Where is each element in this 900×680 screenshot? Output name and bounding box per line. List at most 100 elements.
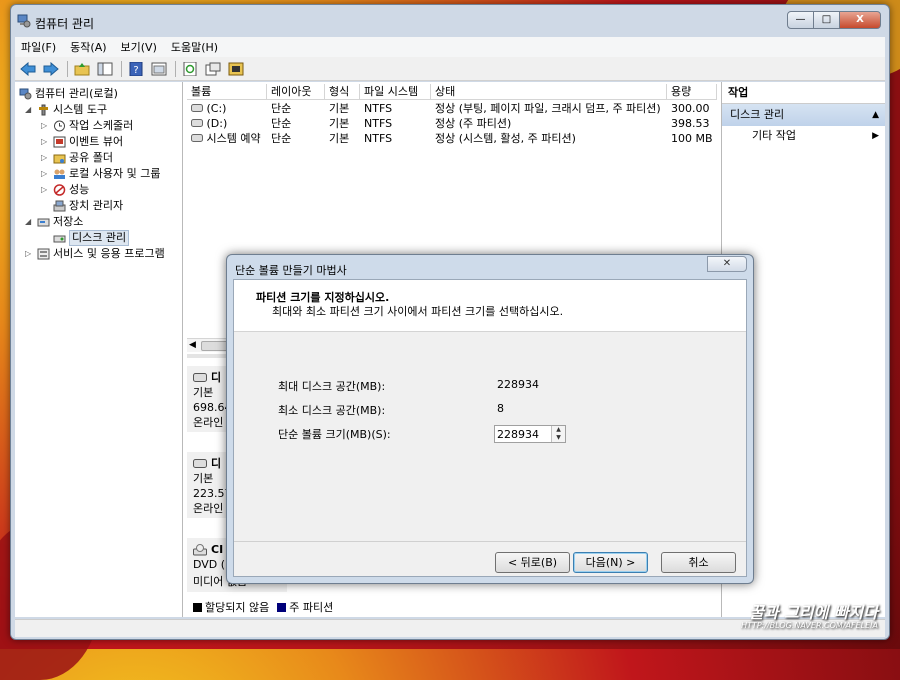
computer-management-icon [19, 88, 32, 100]
volume-status: 정상 (시스템, 활성, 주 파티션) [435, 132, 576, 145]
collapse-arrow-icon[interactable]: ◢ [25, 214, 35, 230]
volume-type: 기본 [329, 132, 350, 145]
tree-label-shared-folders: 공유 폴더 [69, 151, 113, 164]
menu-bar: 파일(F) 동작(A) 보기(V) 도움말(H) [15, 37, 885, 57]
refresh-icon[interactable] [181, 60, 199, 78]
maximize-button[interactable]: □ [813, 11, 840, 29]
minimize-button[interactable]: — [787, 11, 814, 29]
volume-capacity: 300.00 [671, 102, 710, 115]
expand-arrow-icon[interactable]: ▷ [25, 246, 35, 262]
column-header-volume[interactable]: 볼륨 [187, 84, 267, 99]
tree-item-performance[interactable]: ▷ 성능 [15, 182, 182, 198]
volume-name-cell: 시스템 예약 [187, 131, 267, 146]
users-icon [54, 169, 65, 179]
volume-capacity: 398.53 [671, 117, 710, 130]
stepper-down-icon[interactable]: ▼ [552, 434, 565, 442]
title-bar[interactable]: 컴퓨터 관리 — □ X [11, 5, 889, 35]
column-header-filesystem[interactable]: 파일 시스템 [360, 84, 431, 99]
tree-item-disk-management[interactable]: 디스크 관리 [15, 230, 182, 246]
performance-icon [53, 184, 66, 196]
tree-item-root[interactable]: 컴퓨터 관리(로컬) [15, 86, 182, 102]
menu-help[interactable]: 도움말(H) [171, 39, 218, 55]
legend-label-unallocated: 할당되지 않음 [205, 601, 270, 614]
back-icon[interactable] [19, 60, 37, 78]
collapse-up-icon[interactable]: ▲ [872, 104, 879, 126]
menu-view[interactable]: 보기(V) [121, 39, 157, 55]
tree-item-storage[interactable]: ◢ 저장소 [15, 214, 182, 230]
wizard-next-button[interactable]: 다음(N) > [573, 552, 648, 573]
tree-label-task-scheduler: 작업 스케줄러 [69, 119, 134, 132]
tree-label-device-manager: 장치 관리자 [69, 199, 124, 212]
legend: 할당되지 않음 주 파티션 [193, 599, 333, 615]
tree-item-task-scheduler[interactable]: ▷ 작업 스케줄러 [15, 118, 182, 134]
column-header-layout[interactable]: 레이아웃 [267, 84, 325, 99]
volume-filesystem: NTFS [364, 117, 393, 130]
legend-swatch-primary [277, 602, 287, 612]
wizard-back-button[interactable]: < 뒤로(B) [495, 552, 570, 573]
disk-icon [193, 459, 207, 468]
tree-label-performance: 성능 [69, 183, 90, 196]
stepper-arrows: ▲ ▼ [551, 426, 565, 442]
menu-action[interactable]: 동작(A) [70, 39, 106, 55]
legend-label-primary: 주 파티션 [289, 601, 334, 614]
table-row[interactable]: (D:) 단순 기본 NTFS 정상 (주 파티션) 398.53 [187, 116, 717, 131]
properties-icon[interactable] [150, 60, 168, 78]
collapse-arrow-icon[interactable]: ◢ [25, 102, 35, 118]
forward-icon[interactable] [42, 60, 60, 78]
column-header-type[interactable]: 형식 [325, 84, 360, 99]
disk-2-name: CI [211, 543, 224, 556]
device-manager-icon [53, 200, 66, 212]
action-icon[interactable] [204, 60, 222, 78]
show-tree-icon[interactable] [96, 60, 114, 78]
menu-file[interactable]: 파일(F) [21, 39, 56, 55]
tree-item-event-viewer[interactable]: ▷ 이벤트 뷰어 [15, 134, 182, 150]
help-icon[interactable]: ? [127, 60, 145, 78]
expand-arrow-icon[interactable]: ▷ [41, 150, 51, 166]
up-folder-icon[interactable] [73, 60, 91, 78]
volume-size-input[interactable] [495, 426, 551, 442]
tree-item-system-tools[interactable]: ◢ 시스템 도구 [15, 102, 182, 118]
wizard-title: 단순 볼륨 만들기 마법사 [235, 264, 347, 277]
column-header-capacity[interactable]: 용량 [667, 84, 717, 99]
actions-section-disk-management[interactable]: 디스크 관리 ▲ [722, 104, 885, 126]
close-icon: ✕ [722, 258, 732, 269]
tree-label-disk-management: 디스크 관리 [69, 230, 130, 246]
close-button[interactable]: X [839, 11, 881, 29]
wizard-close-button[interactable]: ✕ [707, 256, 747, 272]
table-row[interactable]: 시스템 예약 단순 기본 NTFS 정상 (시스템, 활성, 주 파티션) 10… [187, 131, 717, 146]
tree-label-services: 서비스 및 응용 프로그램 [53, 247, 165, 260]
actions-more[interactable]: 기타 작업 ▶ [722, 126, 885, 146]
tree-item-services[interactable]: ▷ 서비스 및 응용 프로그램 [15, 246, 182, 262]
expand-arrow-icon[interactable]: ▷ [41, 118, 51, 134]
volume-name: 시스템 예약 [206, 132, 261, 145]
tree-item-device-manager[interactable]: 장치 관리자 [15, 198, 182, 214]
tree-item-local-users[interactable]: ▷ 로컬 사용자 및 그룹 [15, 166, 182, 182]
window-title: 컴퓨터 관리 [35, 17, 95, 31]
tree-item-shared-folders[interactable]: ▷ 공유 폴더 [15, 150, 182, 166]
wizard-button-separator [234, 541, 746, 542]
toolbar-separator [175, 60, 176, 77]
volume-filesystem: NTFS [364, 132, 393, 145]
drive-icon [191, 119, 203, 127]
expand-arrow-icon[interactable]: ▷ [41, 166, 51, 182]
tree-label-root: 컴퓨터 관리(로컬) [35, 87, 118, 100]
wizard-cancel-button[interactable]: 취소 [661, 552, 736, 573]
watermark-url: HTTP://BLOG.NAVER.COM/AFELEIA [741, 621, 878, 630]
max-disk-space-value: 228934 [497, 378, 539, 391]
volume-size-label: 단순 볼륨 크기(MB)(S): [278, 428, 391, 441]
volume-size-stepper[interactable]: ▲ ▼ [494, 425, 566, 443]
caption-buttons: — □ X [787, 11, 881, 29]
volume-status: 정상 (부팅, 페이지 파일, 크래시 덤프, 주 파티션) [435, 102, 661, 115]
services-icon [37, 248, 50, 260]
stepper-up-icon[interactable]: ▲ [552, 426, 565, 434]
expand-arrow-icon[interactable]: ▷ [41, 182, 51, 198]
table-row[interactable]: (C:) 단순 기본 NTFS 정상 (부팅, 페이지 파일, 크래시 덤프, … [187, 101, 717, 116]
disk-icon [193, 373, 207, 382]
wizard-icon[interactable] [227, 60, 245, 78]
toolbar-separator [121, 60, 122, 77]
disk-1-name: 디 [211, 457, 222, 470]
scroll-left-icon[interactable]: ◀ [189, 340, 196, 350]
volume-type: 기본 [329, 102, 350, 115]
expand-arrow-icon[interactable]: ▷ [41, 134, 51, 150]
column-header-status[interactable]: 상태 [431, 84, 667, 99]
